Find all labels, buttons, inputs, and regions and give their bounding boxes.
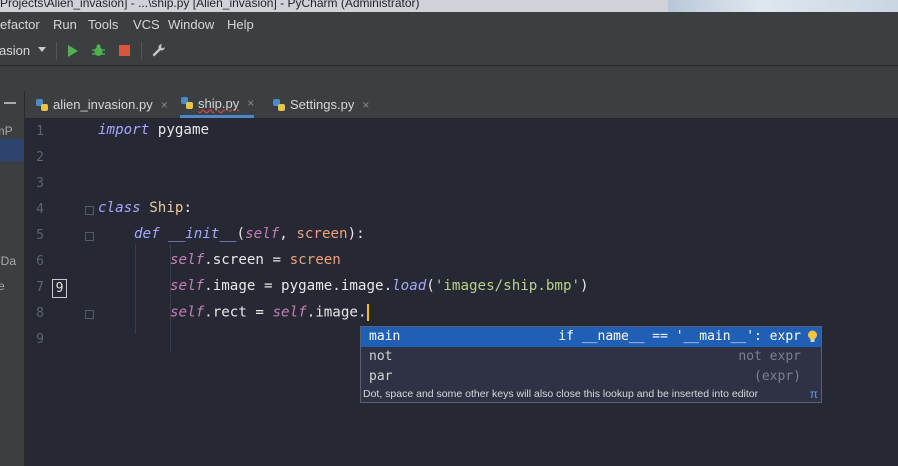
menu-window[interactable]: Window bbox=[168, 17, 214, 32]
line-gutter: 1 2 3 4 5 6 7 9 8 9 bbox=[25, 118, 97, 466]
line-number: 2 bbox=[36, 150, 44, 165]
project-tree-item[interactable]: armP bbox=[0, 124, 13, 138]
tab-alien-invasion[interactable]: alien_invasion.py × bbox=[35, 91, 168, 118]
navigation-strip bbox=[0, 66, 898, 91]
indent-guide bbox=[135, 244, 136, 334]
toolbar-divider bbox=[141, 42, 142, 60]
code-line-8: self.rect = self.image. bbox=[170, 304, 370, 321]
completion-item-not[interactable]: not not expr bbox=[361, 347, 821, 367]
menu-vcs[interactable]: VCS bbox=[133, 17, 160, 32]
stop-icon[interactable] bbox=[119, 45, 130, 56]
run-icon[interactable] bbox=[68, 45, 78, 57]
pi-icon[interactable]: π bbox=[810, 387, 818, 401]
code-editor[interactable]: 1 2 3 4 5 6 7 9 8 9 import pygame class … bbox=[25, 118, 898, 466]
python-file-icon bbox=[273, 98, 285, 111]
menu-run[interactable]: Run bbox=[53, 17, 77, 32]
close-icon[interactable]: × bbox=[247, 96, 254, 110]
line-number: 7 bbox=[36, 280, 44, 295]
completion-item-par[interactable]: par (expr) bbox=[361, 367, 821, 387]
bookmark-badge[interactable]: 9 bbox=[52, 279, 67, 298]
menu-tools[interactable]: Tools bbox=[88, 17, 118, 32]
run-config-selector[interactable]: asion bbox=[0, 43, 30, 58]
fold-marker-icon[interactable] bbox=[85, 206, 94, 215]
python-file-icon bbox=[181, 97, 193, 109]
tab-label: alien_invasion.py bbox=[53, 97, 153, 112]
toolbar-divider bbox=[56, 42, 57, 60]
wrench-settings-icon[interactable] bbox=[151, 43, 166, 58]
code-line-6: self.screen = screen bbox=[170, 252, 341, 268]
completion-item-main[interactable]: main if __name__ == '__main__': expr bbox=[361, 327, 821, 347]
toolbar: asion bbox=[0, 37, 898, 66]
python-file-icon bbox=[36, 98, 48, 111]
text-caret bbox=[367, 304, 370, 321]
close-icon[interactable]: × bbox=[161, 98, 168, 112]
line-number: 6 bbox=[36, 254, 44, 269]
code-line-1: import pygame bbox=[98, 122, 210, 138]
menu-bar: efactor Run Tools VCS Window Help bbox=[0, 12, 898, 38]
window-title: Projects\Alien_invasion] - ...\ship.py [… bbox=[0, 0, 420, 10]
line-number: 3 bbox=[36, 176, 44, 191]
project-tree-item[interactable]: e bbox=[0, 279, 5, 293]
desktop-background bbox=[668, 0, 898, 12]
line-number: 5 bbox=[36, 228, 44, 243]
tab-settings[interactable]: Settings.py × bbox=[272, 91, 369, 118]
line-number: 9 bbox=[36, 332, 44, 347]
line-number: 1 bbox=[36, 124, 44, 139]
collapse-icon[interactable] bbox=[4, 102, 16, 104]
close-icon[interactable]: × bbox=[362, 98, 369, 112]
tab-label: ship.py bbox=[198, 95, 240, 111]
chevron-down-icon[interactable] bbox=[38, 47, 46, 52]
menu-help[interactable]: Help bbox=[227, 17, 254, 32]
code-line-7: self.image = pygame.image.load('images/s… bbox=[170, 278, 589, 294]
project-tree-item[interactable]: pDa bbox=[0, 254, 16, 268]
project-panel: armP pDa e bbox=[0, 91, 24, 466]
line-number: 4 bbox=[36, 202, 44, 217]
code-line-4: class Ship: bbox=[98, 200, 192, 216]
lightbulb-icon[interactable] bbox=[807, 330, 818, 343]
fold-marker-icon[interactable] bbox=[85, 310, 94, 319]
tab-label: Settings.py bbox=[290, 97, 355, 112]
fold-marker-icon[interactable] bbox=[85, 232, 94, 241]
debug-bug-icon[interactable] bbox=[92, 44, 105, 57]
completion-hint: Dot, space and some other keys will also… bbox=[363, 387, 818, 401]
completion-popup: main if __name__ == '__main__': expr not… bbox=[360, 326, 822, 403]
menu-refactor[interactable]: efactor bbox=[0, 17, 40, 32]
code-line-5: def __init__(self, screen): bbox=[134, 226, 365, 242]
tab-ship[interactable]: ship.py × bbox=[180, 91, 255, 118]
project-tree-selected-row[interactable] bbox=[0, 139, 24, 161]
line-number: 8 bbox=[36, 306, 44, 321]
editor-tabs: alien_invasion.py × ship.py × Settings.p… bbox=[25, 91, 898, 118]
title-bar: Projects\Alien_invasion] - ...\ship.py [… bbox=[0, 0, 898, 12]
